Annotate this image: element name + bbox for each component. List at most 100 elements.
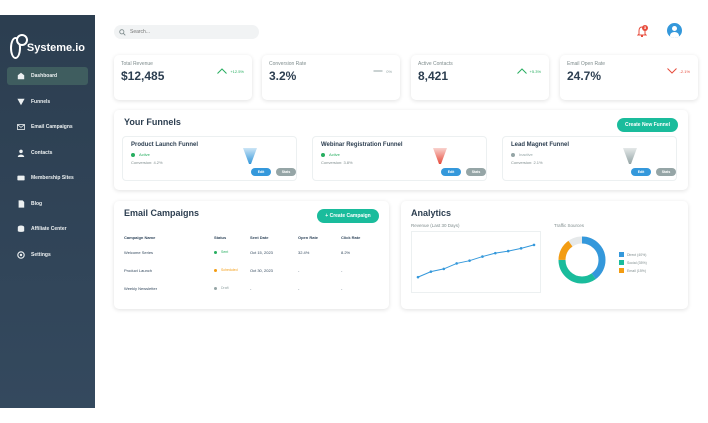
metric-trend: 0% [373, 68, 392, 74]
funnel-conversion: Conversion: 2.1% [511, 160, 543, 165]
status-dot [321, 152, 325, 157]
funnel-edit-button[interactable]: Edit [631, 168, 651, 176]
revenue-point[interactable] [455, 262, 458, 265]
brand-name: Systeme.io [26, 41, 85, 54]
metric-label: Conversion Rate [269, 61, 307, 67]
column-header[interactable]: Open Rate [298, 235, 341, 240]
revenue-point[interactable] [494, 251, 497, 255]
trend-down-icon [666, 68, 680, 74]
sidebar-item-email-campaigns[interactable]: Email Campaigns [7, 118, 88, 136]
legend-label: Direct (40%) [627, 252, 647, 257]
sidebar-item-membership-sites[interactable]: Membership Sites [7, 169, 88, 187]
sidebar-item-dashboard[interactable]: Dashboard [7, 67, 88, 85]
app-root: Systeme.io Dashboard Funnels Email Campaig… [0, 0, 708, 423]
create-funnel-button[interactable]: Create New Funnel [617, 118, 678, 132]
traffic-legend: Direct (40%) Social (35%) Email (15%) [619, 252, 647, 276]
search-icon [119, 28, 126, 36]
funnel-card[interactable]: Lead Magnet Funnel Inactive Conversion: 2.… [502, 136, 677, 181]
sidebar-item-label: Blog [31, 200, 43, 207]
status-dot [214, 250, 217, 254]
column-header[interactable]: Click Rate [341, 235, 379, 240]
metric-card: Email Open Rate 24.7% -2.1% [560, 55, 698, 100]
campaign-status-label: Sent [221, 250, 229, 254]
funnel-edit-button[interactable]: Edit [441, 168, 461, 176]
revenue-point[interactable] [532, 243, 536, 247]
search-input[interactable] [130, 29, 250, 35]
campaign-name: Weekly Newsletter [124, 285, 158, 291]
sidebar-item-settings[interactable]: Settings [7, 246, 88, 264]
avatar[interactable] [667, 23, 682, 38]
metric-label: Email Open Rate [567, 61, 606, 67]
status-dot [511, 152, 515, 157]
search-bar[interactable] [114, 25, 259, 39]
revenue-point[interactable] [506, 249, 510, 253]
campaign-open-rate: - [298, 285, 300, 291]
metric-trend: +12.5% [217, 68, 244, 74]
campaign-name: Product Launch [124, 267, 153, 273]
sidebar-item-funnels[interactable]: Funnels [7, 93, 88, 111]
revenue-point[interactable] [429, 270, 433, 273]
metric-label: Active Contacts [418, 61, 453, 67]
campaign-open-rate: - [298, 267, 300, 273]
funnel-status: Active [321, 152, 478, 157]
table-row[interactable]: Weekly Newsletter Draft - - - [124, 279, 379, 297]
revenue-point[interactable] [481, 255, 484, 258]
database-icon [17, 225, 25, 233]
revenue-chart-label: Revenue (Last 30 Days) [411, 223, 460, 228]
funnel-edit-button[interactable]: Edit [251, 168, 271, 176]
trend-up-icon [217, 68, 230, 74]
metric-card: Active Contacts 8,421 +5.3% [411, 55, 549, 100]
campaign-status: Draft [214, 286, 250, 290]
revenue-point[interactable] [416, 275, 420, 279]
sidebar-item-affiliate-center[interactable]: Affiliate Center [7, 220, 88, 238]
funnel-icon [623, 148, 637, 164]
column-header[interactable]: Campaign Name [124, 235, 214, 240]
sidebar-item-label: Affiliate Center [31, 226, 67, 232]
revenue-point[interactable] [468, 259, 471, 262]
traffic-chart [556, 234, 608, 286]
analytics-panel: Analytics Revenue (Last 30 Days) Traffic… [401, 201, 688, 309]
table-row[interactable]: Product Launch Scheduled Oct 30, 2023 - - [124, 261, 379, 279]
campaign-status-label: Draft [221, 286, 229, 290]
funnel-status-label: Inactive [519, 152, 533, 157]
funnel-icon [243, 148, 257, 164]
funnel-status: Inactive [511, 152, 668, 157]
campaigns-table: Campaign Name Status Sent Date Open Rate Cli… [124, 231, 379, 297]
funnel-card[interactable]: Product Launch Funnel Active Conversion: 4… [122, 136, 297, 181]
create-campaign-button[interactable]: + Create Campaign [317, 209, 379, 223]
column-header[interactable]: Status [214, 235, 250, 240]
funnel-conversion: Conversion: 4.2% [131, 160, 163, 165]
metric-card: Total Revenue $12,485 +12.5% [114, 55, 252, 100]
trend-value: -2.1% [679, 68, 690, 74]
funnel-name: Product Launch Funnel [131, 142, 198, 148]
document-icon [17, 199, 25, 208]
column-header[interactable]: Sent Date [250, 235, 298, 240]
sidebar-nav: Dashboard Funnels Email Campaigns Contacts M… [0, 67, 95, 264]
status-dot [131, 152, 135, 157]
legend-item: Direct (40%) [619, 252, 647, 257]
sidebar-item-blog[interactable]: Blog [7, 195, 88, 213]
brand[interactable]: Systeme.io [0, 15, 95, 65]
settings-icon [17, 250, 25, 259]
campaign-status: Sent [214, 250, 250, 254]
table-row[interactable]: Welcome Series Sent Oct 15, 2023 32.4% 8.2% [124, 243, 379, 261]
legend-swatch [619, 260, 624, 265]
table-header: Campaign Name Status Sent Date Open Rate Cli… [124, 231, 379, 243]
funnel-stats-button[interactable]: Stats [466, 168, 486, 176]
funnel-card[interactable]: Webinar Registration Funnel Active Convers… [312, 136, 487, 181]
revenue-point[interactable] [519, 247, 523, 250]
revenue-point[interactable] [442, 267, 446, 271]
campaign-click-rate: 8.2% [341, 249, 351, 255]
sidebar-item-contacts[interactable]: Contacts [7, 144, 88, 162]
trend-up-icon [516, 68, 530, 74]
campaign-click-rate: - [341, 267, 343, 273]
funnel-stats-button[interactable]: Stats [656, 168, 676, 176]
status-dot [214, 268, 217, 272]
funnel-stats-button[interactable]: Stats [276, 168, 296, 176]
campaign-sent-date: - [250, 285, 252, 291]
legend-label: Email (15%) [627, 268, 647, 273]
funnel-icon [433, 148, 447, 164]
envelope-icon [17, 123, 25, 131]
campaigns-panel: Email Campaigns + Create Campaign Campai… [114, 201, 389, 309]
legend-item: Email (15%) [619, 268, 647, 273]
